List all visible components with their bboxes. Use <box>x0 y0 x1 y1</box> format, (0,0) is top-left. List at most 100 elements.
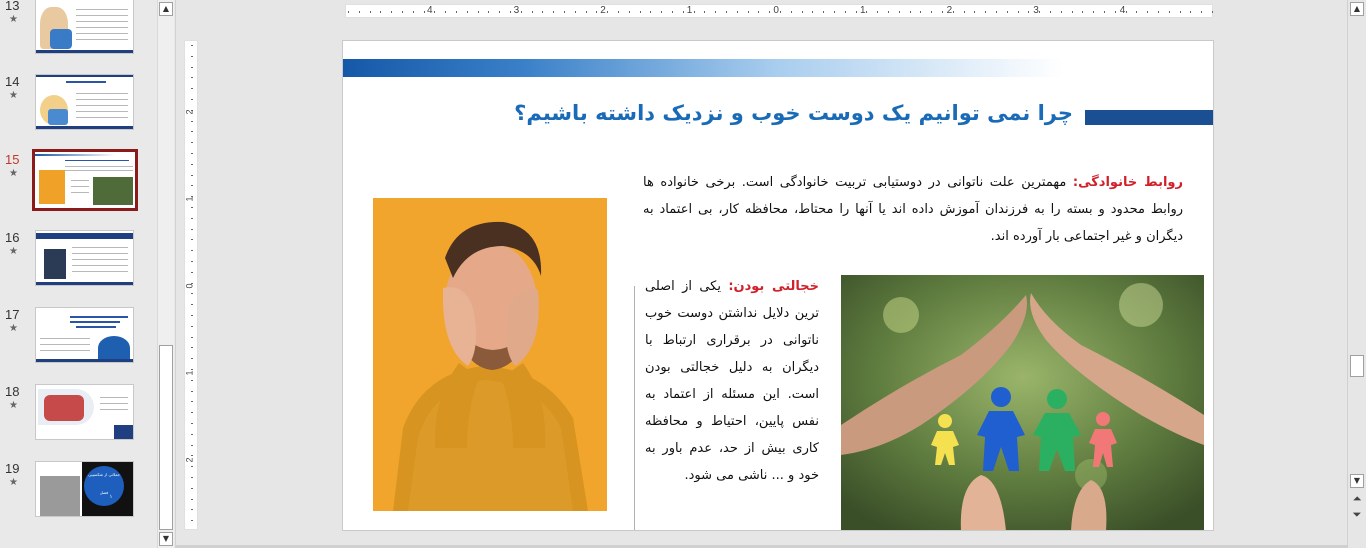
ruler-tick <box>1006 11 1008 13</box>
scrollbar-thumb[interactable] <box>159 345 173 530</box>
thumbnail-image-selected <box>32 149 138 211</box>
thumbnail-number: 17 <box>5 307 20 322</box>
scroll-up-icon[interactable]: ▲ <box>159 2 173 16</box>
ruler-tick <box>191 455 193 457</box>
ruler-tick <box>704 11 706 13</box>
ruler-tick <box>191 174 193 176</box>
ruler-tick <box>1050 11 1051 13</box>
ruler-tick <box>564 11 565 13</box>
ruler-tick <box>191 498 193 500</box>
ruler-label: 2 <box>184 457 195 463</box>
divider-line <box>634 286 635 530</box>
ruler-tick <box>402 11 403 13</box>
ruler-tick <box>736 11 738 13</box>
scrollbar-thumb[interactable] <box>1350 355 1364 377</box>
ruler-tick <box>191 271 193 273</box>
ruler-tick <box>191 293 193 295</box>
ruler-tick <box>790 11 792 13</box>
scroll-up-icon[interactable]: ▲ <box>1350 2 1364 16</box>
thumb-circle-text: جملاتی از شکسپیر، فصل <box>84 466 124 506</box>
ruler-tick <box>607 11 609 13</box>
paragraph-shyness[interactable]: خجالتی بودن: یکی از اصلی ترین دلایل نداش… <box>645 273 819 489</box>
ruler-tick <box>191 401 193 403</box>
ruler-tick <box>412 11 414 13</box>
thumbnail-14[interactable]: 14 ★ <box>0 72 150 142</box>
ruler-tick <box>888 11 889 13</box>
slide-title[interactable]: چرا نمی توانیم یک دوست خوب و نزدیک داشته… <box>473 101 1073 125</box>
ruler-tick <box>823 11 825 13</box>
ruler-tick <box>553 11 555 13</box>
ruler-tick <box>191 412 193 414</box>
transition-star-icon: ★ <box>9 14 18 25</box>
ruler-tick <box>191 163 193 165</box>
ruler-tick <box>963 11 965 13</box>
ruler-tick <box>191 131 193 133</box>
title-accent-bar <box>1085 110 1213 125</box>
thumbnail-18[interactable]: 18 ★ <box>0 382 150 452</box>
ruler-tick <box>672 11 673 13</box>
ruler-tick <box>191 390 193 392</box>
ruler-tick <box>920 11 922 13</box>
scroll-down-icon[interactable]: ▼ <box>159 532 173 546</box>
ruler-tick <box>191 304 193 306</box>
thumbnail-16[interactable]: 16 ★ <box>0 228 150 298</box>
next-slide-icon[interactable]: ⏷ <box>1351 508 1363 522</box>
ruler-tick <box>780 11 781 13</box>
transition-star-icon: ★ <box>9 400 18 411</box>
scroll-down-icon[interactable]: ▼ <box>1350 474 1364 488</box>
ruler-tick <box>1212 11 1213 13</box>
previous-slide-icon[interactable]: ⏶ <box>1351 492 1363 506</box>
photo-shy-man[interactable] <box>373 198 607 511</box>
ruler-tick <box>191 228 193 230</box>
ruler-tick <box>191 207 193 208</box>
ruler-label: 3 <box>513 5 520 16</box>
ruler-label: 2 <box>946 5 953 16</box>
ruler-tick <box>628 11 630 13</box>
transition-star-icon: ★ <box>9 90 18 101</box>
ruler-tick <box>1082 11 1084 13</box>
slide-canvas[interactable]: چرا نمی توانیم یک دوست خوب و نزدیک داشته… <box>342 40 1214 531</box>
paragraph-label: خجالتی بودن: <box>728 279 819 294</box>
ruler-tick <box>834 11 835 13</box>
ruler-tick <box>855 11 857 13</box>
thumbnail-image <box>35 230 134 286</box>
ruler-label: 0 <box>184 283 195 289</box>
thumbnail-13[interactable]: 13 ★ <box>0 0 150 66</box>
slide-scrollbar[interactable]: ▲ ▼ ⏶ ⏷ <box>1347 0 1366 548</box>
ruler-tick <box>1017 11 1019 13</box>
ruler-tick <box>191 185 193 187</box>
thumbnail-17[interactable]: 17 ★ <box>0 305 150 375</box>
ruler-tick <box>191 520 193 522</box>
thumbnails-scrollbar[interactable]: ▲ ▼ <box>157 0 174 548</box>
ruler-tick <box>499 11 501 13</box>
ruler-tick <box>866 11 868 13</box>
ruler-tick <box>931 11 933 13</box>
ruler-tick <box>191 423 193 424</box>
ruler-tick <box>1136 11 1138 13</box>
ruler-tick <box>445 11 447 13</box>
ruler-label: 4 <box>427 5 433 16</box>
paragraph-family-relations[interactable]: روابط خانوادگی: مهمترین علت ناتوانی در د… <box>643 169 1183 250</box>
ruler-tick <box>191 347 193 349</box>
ruler-label: 3 <box>1033 5 1039 16</box>
ruler-tick <box>618 11 619 13</box>
ruler-label: 2 <box>600 5 606 16</box>
ruler-tick <box>1093 11 1095 13</box>
ruler-tick <box>747 11 749 13</box>
thumbnail-number: 14 <box>5 74 20 89</box>
powerpoint-editor: 13 ★ 14 ★ 15 ★ 16 ★ 17 ★ 18 ★ 19 ★ جملات… <box>0 0 1366 548</box>
ruler-label: 1 <box>184 196 195 202</box>
thumbnail-image <box>35 0 134 54</box>
ruler-tick <box>1147 11 1149 13</box>
ruler-tick <box>191 77 193 79</box>
thumbnail-15[interactable]: 15 ★ <box>0 149 150 220</box>
ruler-tick <box>1071 11 1073 13</box>
photo-family-hands[interactable] <box>841 275 1204 530</box>
thumb-circle-number: ۱ <box>109 494 113 500</box>
ruler-tick <box>191 358 193 360</box>
ruler-tick <box>585 11 587 13</box>
ruler-tick <box>769 11 771 13</box>
ruler-tick <box>477 11 479 13</box>
thumbnail-19[interactable]: 19 ★ جملاتی از شکسپیر، فصل ۱ <box>0 459 150 529</box>
ruler-tick <box>985 11 987 13</box>
